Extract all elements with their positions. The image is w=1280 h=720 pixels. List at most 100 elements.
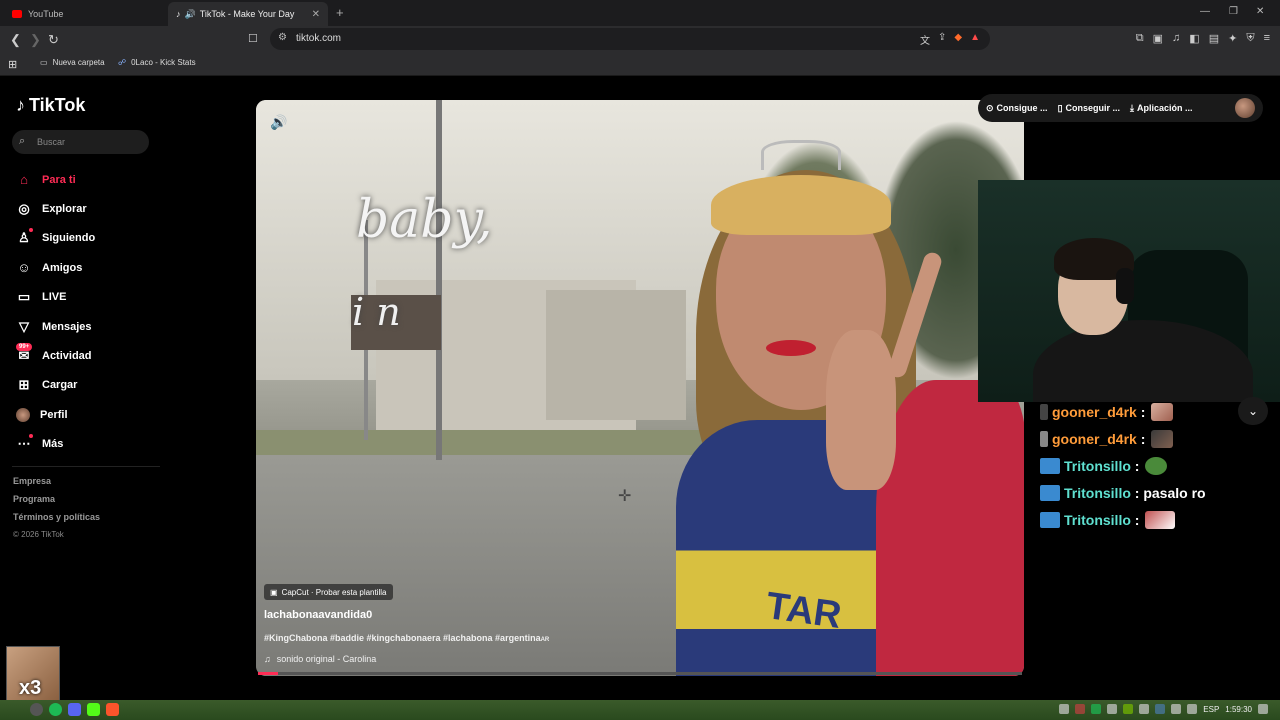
chat-message: gooner_d4rk : — [1040, 425, 1240, 452]
sidebar-item-mensajes[interactable]: ▽ Mensajes — [16, 312, 156, 341]
nav-label: LIVE — [42, 291, 67, 304]
search-input[interactable]: ⌕ Buscar — [12, 130, 149, 154]
video-sound[interactable]: ♫ sonido original - Carolina — [264, 654, 376, 664]
apps-icon[interactable]: ⊞ — [8, 58, 17, 71]
tray-icon[interactable] — [1059, 704, 1070, 714]
sound-label: sonido original - Carolina — [276, 654, 377, 664]
network-icon[interactable] — [1171, 704, 1182, 714]
kick-app-icon[interactable] — [87, 703, 100, 716]
translate-icon[interactable]: 文 — [920, 32, 930, 47]
hashtags-suffix: AR — [540, 637, 550, 643]
capcut-template-button[interactable]: ▣ CapCut · Probar esta plantilla — [264, 584, 393, 600]
notifications-icon[interactable] — [1258, 704, 1268, 714]
wallet-icon[interactable]: ▤ — [1209, 32, 1219, 45]
taskbar: ESP 1:59:30 — [0, 700, 1280, 720]
music-note-icon: ♫ — [264, 654, 271, 664]
tab-label: YouTube — [28, 9, 64, 19]
vpn-icon[interactable]: ⛨ — [1246, 32, 1254, 45]
tray-icon[interactable] — [1075, 704, 1086, 714]
brave-icon[interactable] — [106, 703, 119, 716]
emote-icon — [1145, 510, 1176, 529]
headphones-icon — [1116, 268, 1134, 304]
user-avatar[interactable] — [1235, 98, 1255, 118]
bookmark-kick-stats[interactable]: ☍ 0Laco - Kick Stats — [118, 58, 196, 67]
brave-shield-icon[interactable]: ◆ — [954, 32, 962, 47]
spotify-icon[interactable] — [49, 703, 62, 716]
video-person: TAR — [656, 130, 1024, 676]
nav-label: Actividad — [42, 350, 92, 363]
site-info-icon[interactable]: ⚙ — [278, 32, 287, 43]
settings-icon[interactable] — [30, 703, 43, 716]
chat-separator: : — [1136, 430, 1146, 447]
restore-button[interactable]: ❐ — [1229, 6, 1238, 17]
media-icon[interactable]: ♫ — [1172, 32, 1180, 45]
extensions-icon[interactable]: ⧉ — [1136, 32, 1144, 45]
tab-tiktok[interactable]: ♪ 🔊 TikTok - Make Your Day ✕ — [168, 2, 328, 26]
notification-dot — [29, 433, 33, 438]
clock[interactable]: 1:59:30 — [1225, 705, 1252, 714]
sidebar-item-cargar[interactable]: ⊞ Cargar — [16, 371, 156, 400]
share-icon[interactable]: ⇪ — [938, 32, 946, 47]
discord-icon[interactable] — [68, 703, 81, 716]
sidebar-item-siguiendo[interactable]: ♙ Siguiendo — [16, 224, 156, 253]
minimize-button[interactable]: — — [1200, 6, 1210, 17]
new-tab-button[interactable]: + — [336, 5, 344, 20]
button-label: Aplicación ... — [1137, 103, 1193, 113]
video-progress-bar[interactable] — [258, 672, 1022, 675]
footer-terminos[interactable]: Términos y políticas — [13, 512, 100, 530]
chat-username: Tritonsillo — [1064, 484, 1131, 501]
close-window-button[interactable]: ✕ — [1256, 6, 1264, 17]
chat-username: gooner_d4rk — [1052, 403, 1137, 420]
chat-badge-icon — [1040, 430, 1048, 447]
sidebar-item-mas[interactable]: ⋯ Más — [16, 430, 156, 459]
stream-chat: gooner_d4rk : gooner_d4rk : Tritonsillo … — [1040, 398, 1240, 533]
tray-icon[interactable] — [1139, 704, 1150, 714]
footer-empresa[interactable]: Empresa — [13, 476, 100, 494]
download-app-button[interactable]: ⤓ Aplicación ... — [1130, 103, 1193, 114]
capcut-icon: ▣ — [270, 587, 278, 597]
get-coins-button[interactable]: ⊙ Consigue ... — [986, 103, 1048, 114]
reload-button[interactable]: ↻ — [48, 32, 59, 48]
sidebar-item-para-ti[interactable]: ⌂ Para ti — [16, 165, 156, 194]
close-tab-icon[interactable]: ✕ — [312, 9, 320, 20]
get-app-button[interactable]: ▯ Conseguir ... — [1058, 103, 1120, 114]
nav-label: Amigos — [42, 261, 83, 274]
steam-icon[interactable] — [1155, 704, 1166, 714]
leo-icon[interactable]: ✦ — [1228, 32, 1237, 45]
footer-programa[interactable]: Programa — [13, 494, 100, 512]
video-username[interactable]: lachabonaavandida0 — [264, 609, 372, 621]
bookmark-label: 0Laco - Kick Stats — [131, 58, 196, 67]
tab-youtube[interactable]: YouTube — [4, 2, 164, 26]
bookmark-nueva-carpeta[interactable]: ▭ Nueva carpeta — [40, 58, 105, 67]
sidebar-item-perfil[interactable]: Perfil — [16, 400, 156, 429]
video-hashtags[interactable]: #KingChabona #baddie #kingchabonaera #la… — [264, 633, 549, 643]
scroll-down-button[interactable]: ⌄ — [1238, 397, 1268, 425]
back-button[interactable]: ❮ — [10, 32, 21, 48]
sidebar-item-actividad[interactable]: ✉ Actividad 99+ — [16, 341, 156, 370]
language-indicator[interactable]: ESP — [1203, 705, 1219, 714]
menu-icon[interactable]: ≡ — [1264, 32, 1270, 45]
brave-rewards-icon[interactable]: ▲ — [970, 32, 980, 47]
tiktok-logo[interactable]: ♪ TikTok — [16, 95, 85, 116]
upload-icon: ⊞ — [18, 377, 30, 393]
nvidia-icon[interactable] — [1123, 704, 1134, 714]
bookmark-icon[interactable]: ☐ — [248, 32, 258, 45]
forward-button[interactable]: ❯ — [30, 32, 41, 48]
tray-icon[interactable] — [1091, 704, 1102, 714]
sidebar-item-explorar[interactable]: ◎ Explorar — [16, 194, 156, 223]
sidebar-item-amigos[interactable]: ☺ Amigos — [16, 253, 156, 282]
volume-icon[interactable]: 🔊 — [270, 114, 287, 131]
youtube-icon — [12, 10, 22, 18]
screenshot-icon[interactable]: ▣ — [1153, 32, 1163, 45]
video-caption-overlay: baby, — [356, 190, 493, 250]
sidebar-footer: Empresa Programa Términos y políticas © … — [13, 476, 100, 548]
url-field[interactable]: ⚙ tiktok.com 文 ⇪ ◆ ▲ — [270, 28, 990, 50]
nav-label: Más — [42, 438, 64, 451]
volume-tray-icon[interactable] — [1187, 704, 1198, 714]
tray-icon[interactable] — [1107, 704, 1118, 714]
sidebar-icon[interactable]: ◧ — [1189, 32, 1199, 45]
sidebar-item-live[interactable]: ▭ LIVE — [16, 283, 156, 312]
capcut-label: CapCut · Probar esta plantilla — [281, 587, 387, 597]
chat-separator: : — [1130, 511, 1140, 528]
streamer-webcam — [978, 180, 1280, 402]
